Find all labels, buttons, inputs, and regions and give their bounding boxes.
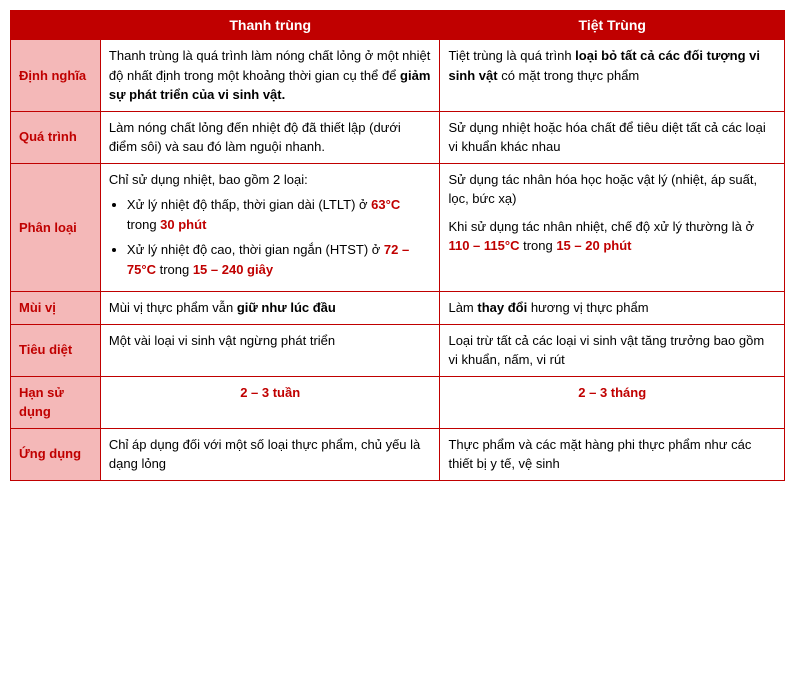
row-label: Quá trình — [11, 111, 101, 163]
cell-tiet: 2 – 3 tháng — [440, 376, 785, 428]
row-label: Mùi vị — [11, 292, 101, 325]
row-label: Hạn sử dụng — [11, 376, 101, 428]
table-row: Hạn sử dụng2 – 3 tuần2 – 3 tháng — [11, 376, 785, 428]
cell-thanh: Chỉ sử dụng nhiệt, bao gồm 2 loại:Xử lý … — [100, 163, 440, 292]
row-label: Ứng dụng — [11, 428, 101, 480]
table-row: Tiêu diệtMột vài loại vi sinh vật ngừng … — [11, 324, 785, 376]
cell-thanh: Thanh trùng là quá trình làm nóng chất l… — [100, 40, 440, 112]
table-row: Ứng dụngChỉ áp dụng đối với một số loại … — [11, 428, 785, 480]
cell-tiet: Làm thay đổi hương vị thực phẩm — [440, 292, 785, 325]
cell-thanh: Mùi vị thực phẩm vẫn giữ như lúc đầu — [100, 292, 440, 325]
cell-tiet: Thực phẩm và các mặt hàng phi thực phẩm … — [440, 428, 785, 480]
table-row: Quá trìnhLàm nóng chất lỏng đến nhiệt độ… — [11, 111, 785, 163]
cell-thanh: 2 – 3 tuần — [100, 376, 440, 428]
row-label: Phân loại — [11, 163, 101, 292]
cell-tiet: Sử dụng tác nhân hóa học hoặc vật lý (nh… — [440, 163, 785, 292]
row-label: Tiêu diệt — [11, 324, 101, 376]
table-row: Phân loạiChỉ sử dụng nhiệt, bao gồm 2 lo… — [11, 163, 785, 292]
row-label: Định nghĩa — [11, 40, 101, 112]
cell-tiet: Loại trừ tất cả các loại vi sinh vật tăn… — [440, 324, 785, 376]
comparison-table: Thanh trùng Tiệt Trùng Định nghĩaThanh t… — [10, 10, 785, 481]
cell-thanh: Làm nóng chất lỏng đến nhiệt độ đã thiết… — [100, 111, 440, 163]
table-row: Mùi vịMùi vị thực phẩm vẫn giữ như lúc đ… — [11, 292, 785, 325]
header-empty — [11, 11, 101, 40]
cell-tiet: Sử dụng nhiệt hoặc hóa chất để tiêu diệt… — [440, 111, 785, 163]
header-thanh-trung: Thanh trùng — [100, 11, 440, 40]
cell-thanh: Chỉ áp dụng đối với một số loại thực phẩ… — [100, 428, 440, 480]
cell-thanh: Một vài loại vi sinh vật ngừng phát triể… — [100, 324, 440, 376]
table-row: Định nghĩaThanh trùng là quá trình làm n… — [11, 40, 785, 112]
cell-tiet: Tiệt trùng là quá trình loại bỏ tất cả c… — [440, 40, 785, 112]
header-tiet-trung: Tiệt Trùng — [440, 11, 785, 40]
